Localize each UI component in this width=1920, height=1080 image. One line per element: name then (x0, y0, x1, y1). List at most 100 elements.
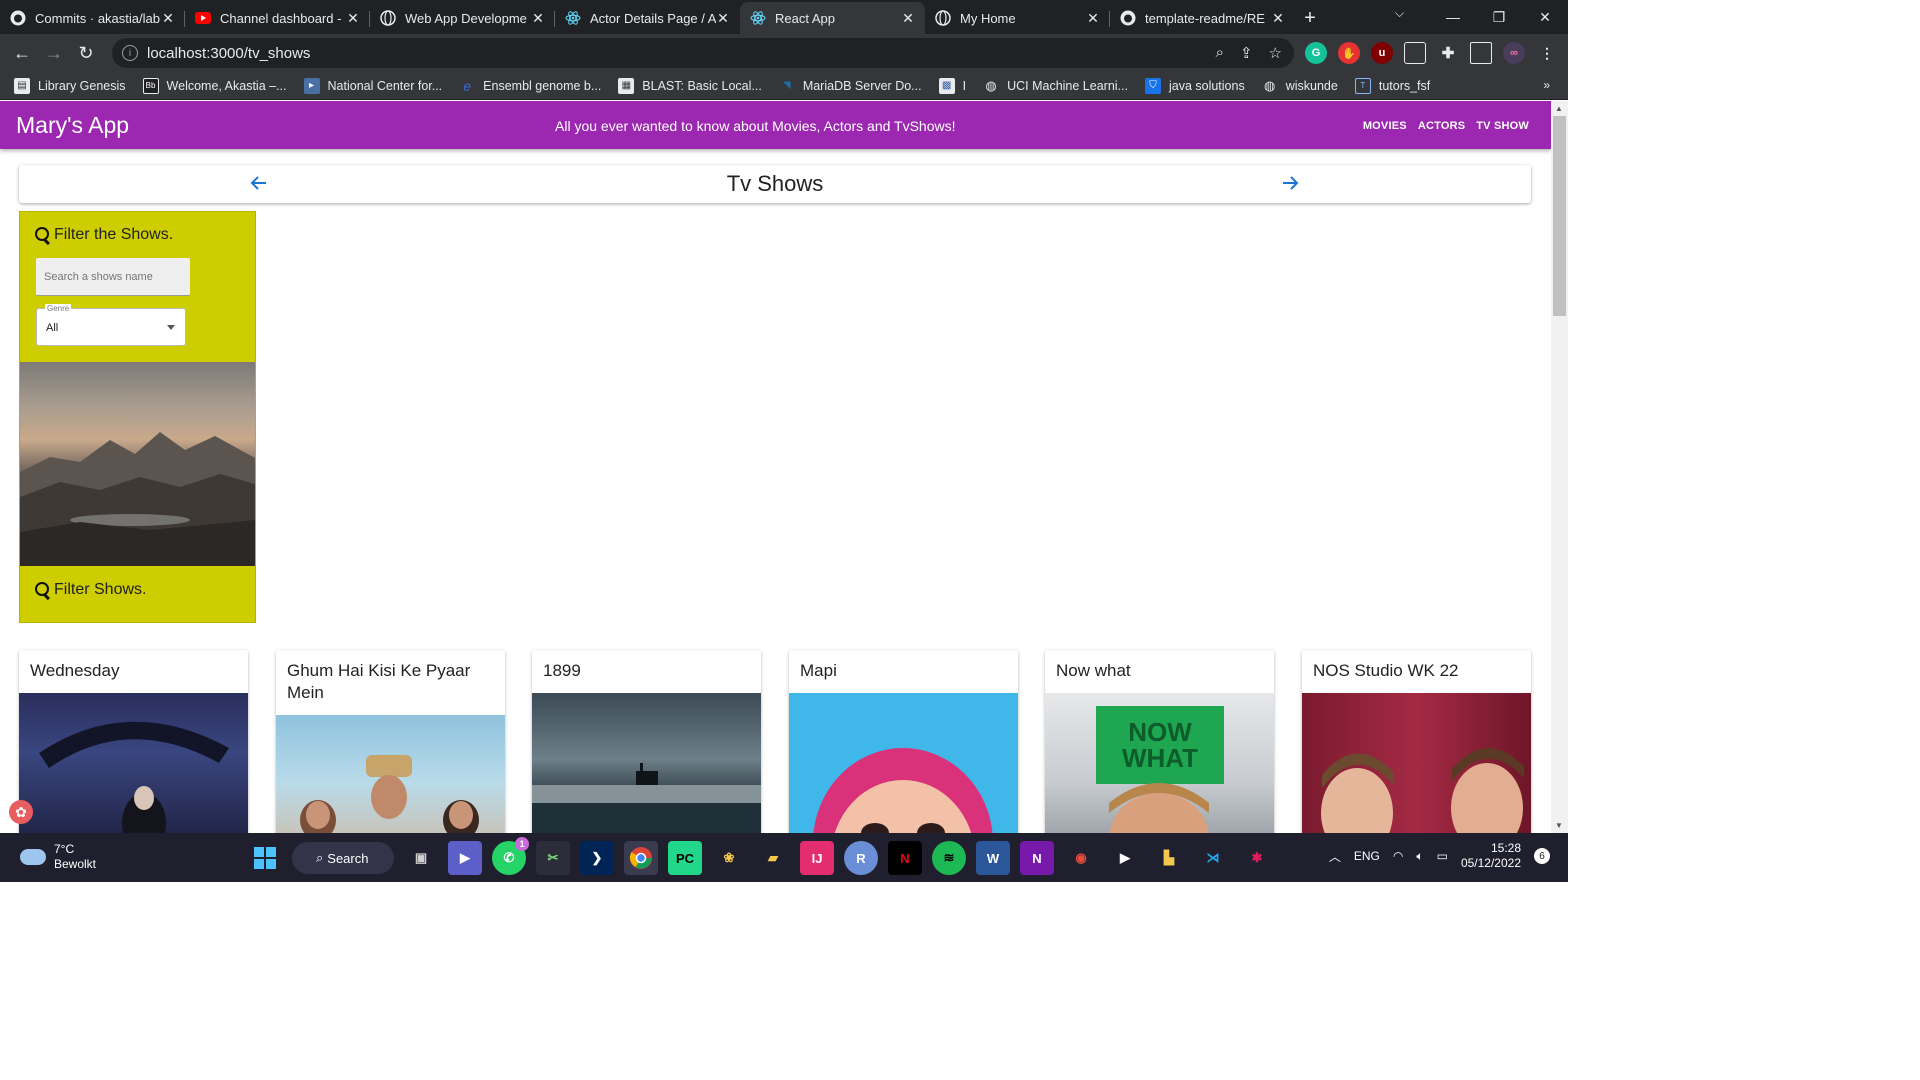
pycharm-icon[interactable]: PC (668, 841, 702, 875)
windows-start-icon[interactable] (248, 841, 282, 875)
arrow-right-icon[interactable] (1280, 173, 1302, 195)
browser-tab[interactable]: Web App Developme ✕ (370, 2, 555, 34)
scroll-down-icon[interactable]: ▼ (1555, 821, 1563, 830)
browser-tab[interactable]: My Home ✕ (925, 2, 1110, 34)
taskbar-search[interactable]: ⌕ Search (292, 842, 394, 874)
bookmark-item[interactable]: ▸ National Center for... (303, 77, 442, 94)
show-card[interactable]: Wednesday (19, 650, 248, 833)
extensions-puzzle-icon[interactable]: ✚ (1437, 42, 1459, 64)
r-icon[interactable]: R (844, 841, 878, 875)
media-player-icon[interactable]: ▶ (1108, 841, 1142, 875)
reload-icon[interactable]: ↻ (70, 37, 102, 69)
browser-tab[interactable]: template-readme/RE ✕ (1110, 2, 1295, 34)
browser-tab[interactable]: Actor Details Page / A ✕ (555, 2, 740, 34)
vscode-icon[interactable]: ⋊ (1196, 841, 1230, 875)
close-icon[interactable]: ✕ (161, 10, 175, 27)
back-arrow-icon[interactable]: ← (6, 37, 38, 69)
bookmark-item[interactable]: ▦ BLAST: Basic Local... (618, 77, 762, 94)
genre-select[interactable]: Genre All (36, 304, 186, 346)
nav-actors[interactable]: ACTORS (1418, 120, 1465, 132)
close-icon[interactable]: ✕ (901, 10, 915, 27)
new-tab-button[interactable]: + (1295, 2, 1325, 34)
browser-tab[interactable]: Commits · akastia/lab ✕ (0, 2, 185, 34)
notification-badge[interactable]: 6 (1534, 848, 1550, 864)
bookmark-item[interactable]: ◍ UCI Machine Learni... (983, 78, 1128, 94)
app-brand[interactable]: Mary's App (16, 112, 129, 139)
zoom-icon[interactable]: ⌕ (1216, 44, 1224, 62)
ublock-icon[interactable]: u (1371, 42, 1393, 64)
language-indicator[interactable]: ENG (1354, 849, 1380, 863)
share-icon[interactable]: ⇪ (1240, 44, 1253, 62)
netflix-icon[interactable]: N (888, 841, 922, 875)
page-header: Tv Shows (19, 165, 1531, 203)
nav-tv-show[interactable]: TV SHOW (1476, 120, 1529, 132)
slack-icon[interactable]: ✱ (1240, 841, 1274, 875)
show-card[interactable]: 1899 (532, 650, 761, 833)
show-card[interactable]: Mapi (789, 650, 1018, 833)
battery-icon[interactable]: ▭ (1437, 849, 1448, 863)
chevron-up-icon[interactable]: ︿ (1329, 848, 1341, 865)
weather-widget[interactable]: 7°C Bewolkt (20, 842, 96, 872)
profile-icon[interactable]: ∞ (1503, 42, 1525, 64)
page-scrollbar[interactable]: ▲ ▼ (1551, 101, 1568, 833)
clock[interactable]: 15:28 05/12/2022 (1461, 841, 1521, 871)
cat-app-icon[interactable]: ❀ (712, 841, 746, 875)
bookmark-item[interactable]: ▩ I (938, 77, 966, 94)
tab-label: My Home (960, 10, 1016, 26)
close-icon[interactable]: ✕ (716, 10, 730, 27)
show-search-input[interactable] (44, 270, 184, 283)
browser-tab-active[interactable]: React App ✕ (740, 2, 925, 34)
bookmark-item[interactable]: ▤ Library Genesis (14, 77, 126, 94)
restore-icon[interactable]: ❐ (1476, 0, 1522, 34)
scroll-up-icon[interactable]: ▲ (1555, 104, 1563, 113)
grammarly-icon[interactable]: G (1305, 42, 1327, 64)
file-icon[interactable]: ▙ (1152, 841, 1186, 875)
chrome-icon[interactable] (624, 841, 658, 875)
close-window-icon[interactable]: ✕ (1522, 0, 1568, 34)
snipping-tool-icon[interactable]: ✂ (536, 841, 570, 875)
bookmark-item[interactable]: ◥ MariaDB Server Do... (779, 78, 922, 94)
volume-icon[interactable]: 🔈︎ (1416, 849, 1423, 864)
bookmark-item[interactable]: Bb Welcome, Akastia –... (142, 77, 287, 94)
hand-extension-icon[interactable]: ✋ (1338, 42, 1360, 64)
side-panel-icon[interactable] (1470, 42, 1492, 64)
show-card[interactable]: NOS Studio WK 22 (1302, 650, 1531, 833)
bookmark-item[interactable]: ◍ wiskunde (1262, 78, 1338, 94)
show-card[interactable]: Now what NOW WHAT (1045, 650, 1274, 833)
menu-dots-icon[interactable]: ⋮ (1536, 42, 1558, 64)
show-card[interactable]: Ghum Hai Kisi Ke Pyaar Mein (276, 650, 505, 833)
bookmark-star-icon[interactable]: ☆ (1269, 44, 1282, 62)
more-bookmarks-icon[interactable]: » (1543, 78, 1550, 92)
info-icon[interactable]: i (122, 45, 138, 61)
word-icon[interactable]: W (976, 841, 1010, 875)
github-icon (10, 10, 26, 26)
nav-movies[interactable]: MOVIES (1363, 120, 1407, 132)
filter-footer[interactable]: Filter Shows. (34, 581, 146, 599)
close-icon[interactable]: ✕ (1271, 10, 1285, 27)
show-search-field[interactable] (36, 258, 190, 296)
task-view-icon[interactable]: ▣ (404, 841, 438, 875)
bookmark-item[interactable]: e Ensembl genome b... (459, 78, 601, 94)
teams-chat-icon[interactable]: ▶ (448, 841, 482, 875)
scrollbar-thumb[interactable] (1553, 116, 1566, 316)
forward-arrow-icon[interactable]: → (38, 37, 70, 69)
close-icon[interactable]: ✕ (1086, 10, 1100, 27)
browser-tab[interactable]: Channel dashboard - ✕ (185, 2, 370, 34)
minimize-icon[interactable]: — (1430, 0, 1476, 34)
whatsapp-icon[interactable]: ✆ 1 (492, 837, 529, 875)
bookmark-item[interactable]: ⛉ java solutions (1144, 77, 1245, 94)
address-bar[interactable]: i localhost:3000/tv_shows ⌕ ⇪ ☆ (112, 38, 1294, 68)
wifi-icon[interactable]: ◠ (1393, 849, 1403, 863)
file-explorer-icon[interactable]: ▰ (756, 841, 790, 875)
intellij-icon[interactable]: IJ (800, 841, 834, 875)
tab-search-icon[interactable]: ⌵ (1395, 6, 1404, 21)
close-icon[interactable]: ✕ (531, 10, 545, 27)
powershell-icon[interactable]: ❯ (580, 841, 614, 875)
spotify-icon[interactable]: ≋ (932, 841, 966, 875)
record-icon[interactable]: ◉ (1064, 841, 1098, 875)
close-icon[interactable]: ✕ (346, 10, 360, 27)
onenote-icon[interactable]: N (1020, 841, 1054, 875)
media-icon[interactable] (1404, 42, 1426, 64)
bookmark-item[interactable]: Ttutors_fsf (1354, 77, 1430, 94)
react-devtools-icon[interactable]: ✿ (9, 800, 33, 824)
